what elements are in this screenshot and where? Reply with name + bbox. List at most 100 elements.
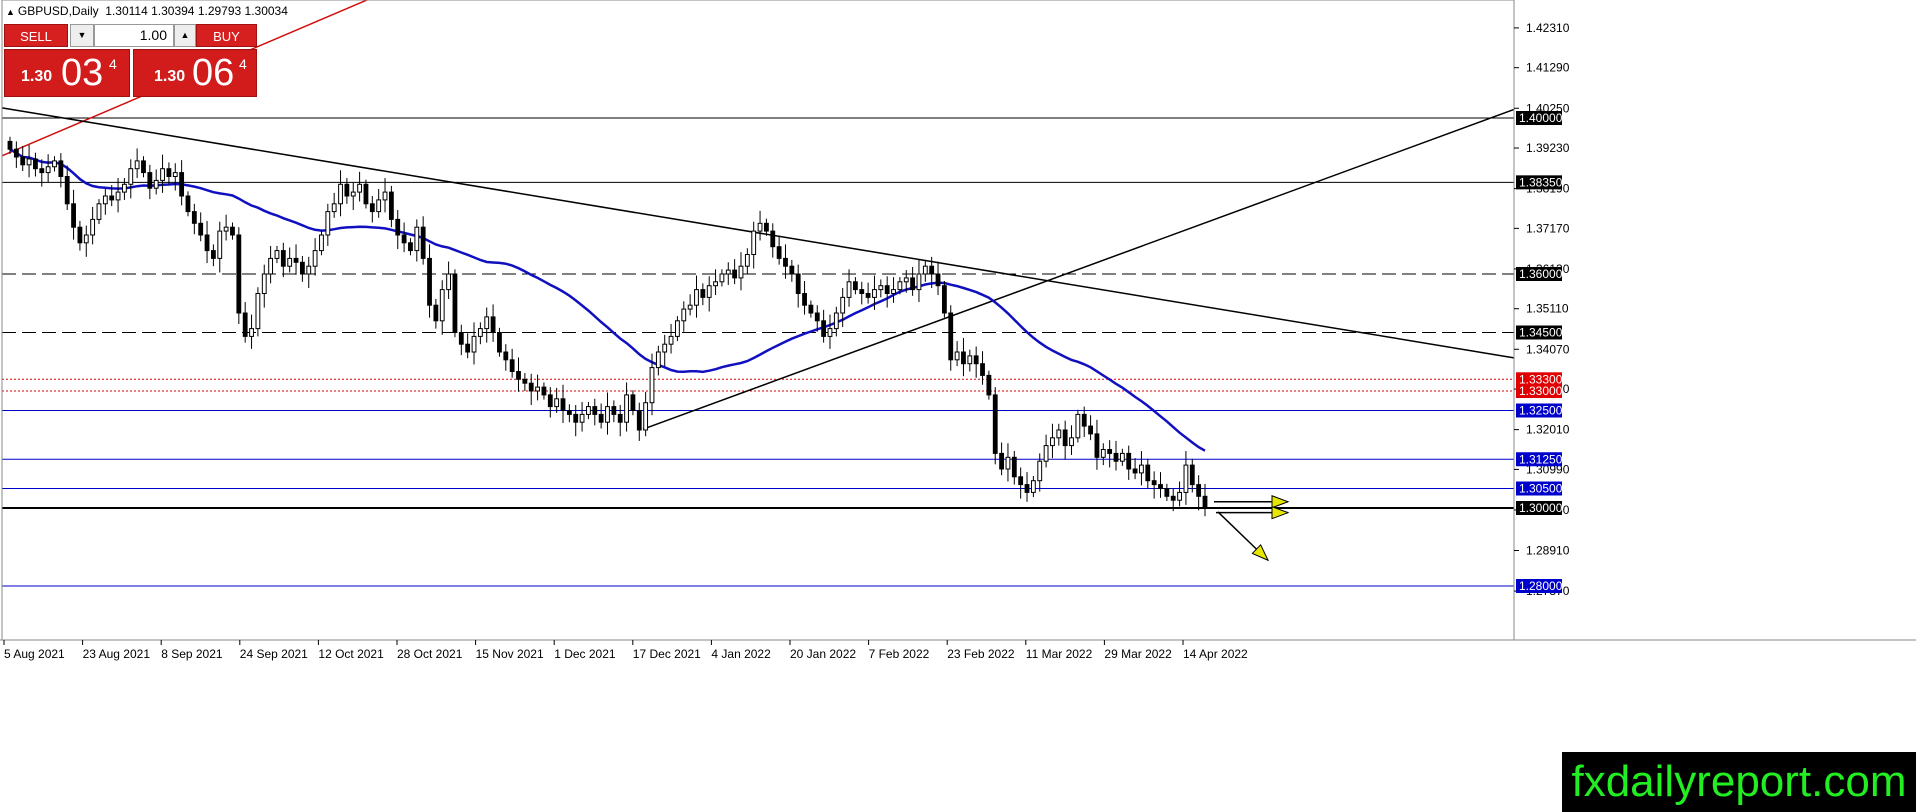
candle-body [897, 281, 903, 291]
candle-body [71, 203, 76, 228]
candle [744, 248, 750, 274]
candle [802, 281, 807, 315]
sell-quote[interactable]: 1.30 03 4 [4, 49, 130, 97]
candle [160, 154, 165, 193]
candle-body [287, 257, 293, 267]
candle [706, 276, 712, 312]
candle-body [261, 273, 267, 294]
candle [293, 244, 299, 275]
candle [45, 154, 51, 182]
candle-body [134, 160, 140, 170]
candle [643, 391, 649, 437]
candle [808, 300, 814, 318]
candle [242, 302, 248, 343]
date-tick-label: 8 Sep 2021 [161, 647, 223, 661]
candle-body [840, 296, 846, 314]
level-label: 1.33000 [1519, 384, 1563, 398]
candle-body [770, 230, 776, 248]
candle-body [223, 226, 229, 232]
candle-body [668, 335, 674, 345]
lot-increase-button[interactable]: ▲ [174, 24, 196, 47]
buy-button[interactable]: BUY [196, 24, 257, 47]
candle [230, 222, 235, 240]
arrow-up-scenario [1214, 495, 1290, 509]
candle [1018, 467, 1024, 499]
candle [217, 221, 223, 273]
candle-body [458, 332, 464, 345]
candle [306, 256, 312, 289]
date-tick-label: 17 Dec 2021 [633, 647, 701, 661]
candle-body [541, 386, 547, 396]
candle-body [516, 371, 521, 380]
symbol-label: GBPUSD,Daily [17, 4, 99, 18]
candle-body [903, 277, 909, 283]
buy-quote[interactable]: 1.30 06 4 [133, 49, 257, 97]
one-click-trade-panel: SELL ▼ 1.00 ▲ BUY 1.30 03 4 1.30 06 4 [4, 24, 257, 98]
candle [732, 259, 738, 285]
candle-body [802, 293, 807, 306]
candle [1094, 419, 1100, 470]
buy-quote-fraction: 4 [239, 56, 247, 72]
candle-body [554, 398, 560, 408]
candle [1126, 445, 1132, 480]
candle-body [1050, 437, 1055, 447]
price-tick-label: 1.32010 [1526, 423, 1570, 437]
candle-body [713, 281, 718, 287]
candle [179, 160, 185, 206]
price-tick-label: 1.35110 [1526, 302, 1569, 316]
candle [986, 370, 992, 400]
candle [605, 392, 610, 435]
candle-body [446, 273, 451, 291]
candle-body [230, 226, 235, 236]
sell-quote-pips: 03 [61, 52, 104, 94]
candle-body [751, 230, 757, 256]
price-chart[interactable]: 1.423101.412901.402501.392301.381901.371… [0, 0, 1916, 812]
projection-arrows-layer [1214, 495, 1290, 562]
candle-body [865, 293, 871, 298]
candle [471, 322, 477, 365]
price-tick-label: 1.28910 [1526, 544, 1570, 558]
candle-body [357, 183, 363, 193]
candle-body [414, 226, 420, 252]
candle-body [910, 277, 916, 291]
candle [833, 306, 839, 337]
candle-body [490, 316, 496, 333]
candle [497, 327, 502, 357]
date-tick-label: 12 Oct 2021 [318, 647, 384, 661]
candle-body [172, 172, 178, 178]
lot-size-input[interactable]: 1.00 [94, 24, 174, 47]
date-tick-label: 20 Jan 2022 [790, 647, 856, 661]
candle [719, 269, 725, 287]
candle [617, 405, 623, 437]
triangle-down-icon: ▼ [77, 30, 87, 40]
candle [1024, 472, 1030, 502]
candle-body [649, 367, 655, 404]
lot-decrease-button[interactable]: ▼ [70, 24, 94, 47]
collapse-triangle-icon[interactable]: ▲ [6, 7, 15, 17]
candle-body [350, 191, 356, 197]
candle-body [1062, 429, 1068, 447]
candle-body [1011, 456, 1017, 478]
candle-body [655, 351, 661, 369]
candle [1088, 415, 1093, 441]
candle [210, 244, 216, 267]
candle-body [846, 281, 852, 298]
candle [611, 400, 617, 423]
candle-body [427, 257, 432, 306]
candle-body [477, 328, 483, 337]
candle-body [941, 285, 947, 314]
candle [1177, 481, 1182, 507]
date-axis: 5 Aug 2021 23 Aug 2021 8 Sep 2021 24 Sep 20… [3, 640, 1248, 661]
candle-body [560, 398, 566, 411]
candle [26, 144, 32, 178]
candle [636, 402, 642, 441]
candle-body [141, 160, 146, 174]
price-tick-label: 1.34070 [1526, 342, 1570, 356]
candle-body [1158, 484, 1163, 490]
candle [147, 164, 153, 200]
candle-body [191, 211, 197, 224]
candle [408, 238, 413, 256]
sell-button[interactable]: SELL [4, 24, 68, 47]
candle [268, 245, 274, 284]
candle [446, 261, 451, 299]
